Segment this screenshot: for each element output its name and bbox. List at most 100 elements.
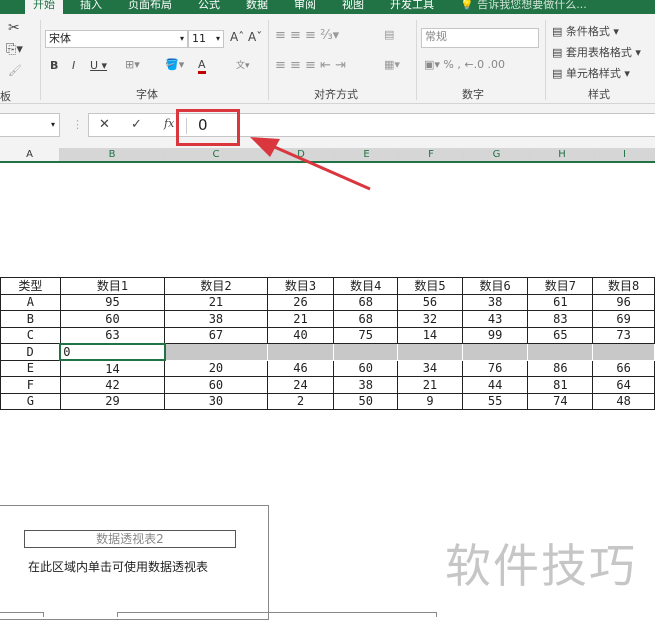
table-cell[interactable]: 95 <box>59 293 166 311</box>
table-cell[interactable]: 69 <box>592 310 655 328</box>
column-header-i[interactable]: I <box>595 148 655 161</box>
header-cell[interactable]: 数目8 <box>592 277 655 295</box>
table-cell[interactable]: C <box>0 326 61 344</box>
copy-icon[interactable]: ⎘▾ <box>6 42 23 57</box>
underline-button[interactable]: U ▾ <box>90 59 107 72</box>
header-cell[interactable]: 数目3 <box>266 277 335 295</box>
table-cell[interactable]: 21 <box>397 376 463 394</box>
table-cell[interactable]: 14 <box>397 326 463 344</box>
border-icon[interactable]: ⊞▾ <box>125 58 140 71</box>
table-cell[interactable]: B <box>0 310 61 328</box>
table-cell[interactable]: F <box>0 376 61 394</box>
table-cell[interactable]: 24 <box>266 376 335 394</box>
table-cell[interactable] <box>266 343 335 361</box>
table-cell[interactable]: 43 <box>461 310 529 328</box>
column-header-f[interactable]: F <box>399 148 464 161</box>
header-cell[interactable]: 数目2 <box>164 277 268 295</box>
font-name-select[interactable]: 宋体 ▾ <box>45 30 188 48</box>
header-cell[interactable]: 数目5 <box>397 277 463 295</box>
table-cell[interactable]: 83 <box>527 310 594 328</box>
table-cell[interactable]: 46 <box>266 359 335 377</box>
table-cell[interactable]: 38 <box>461 293 529 311</box>
table-cell[interactable]: 60 <box>333 359 399 377</box>
table-cell[interactable] <box>333 343 399 361</box>
header-cell[interactable]: 数目4 <box>333 277 399 295</box>
table-cell[interactable]: 63 <box>59 326 166 344</box>
table-cell[interactable]: 50 <box>333 392 399 410</box>
cancel-icon[interactable]: ✕ <box>99 117 110 132</box>
tell-me-search[interactable]: 💡 告诉我您想要做什么... <box>460 0 587 12</box>
table-cell[interactable]: 81 <box>527 376 594 394</box>
tab-insert[interactable]: 插入 <box>80 0 102 12</box>
header-cell[interactable]: 数目7 <box>527 277 594 295</box>
tab-home[interactable]: 开始 <box>25 0 63 14</box>
table-cell[interactable] <box>592 343 655 361</box>
table-cell[interactable]: 68 <box>333 310 399 328</box>
table-cell[interactable]: 34 <box>397 359 463 377</box>
conditional-format-button[interactable]: ▤ 条件格式 ▾ <box>552 23 619 39</box>
tab-developer[interactable]: 开发工具 <box>390 0 434 12</box>
table-cell[interactable]: 30 <box>164 392 268 410</box>
table-cell[interactable]: 60 <box>59 310 166 328</box>
number-format-select[interactable]: 常规 <box>421 28 539 48</box>
table-cell[interactable]: 0 <box>59 342 166 361</box>
cell-styles-button[interactable]: ▤ 单元格样式 ▾ <box>552 65 630 81</box>
column-header-a[interactable]: A <box>0 148 60 161</box>
table-cell[interactable]: 44 <box>461 376 529 394</box>
table-cell[interactable]: 73 <box>592 326 655 344</box>
column-header-h[interactable]: H <box>530 148 595 161</box>
table-cell[interactable]: 96 <box>592 293 655 311</box>
format-table-button[interactable]: ▤ 套用表格格式 ▾ <box>552 44 641 60</box>
merge-icon[interactable]: ▦▾ <box>384 58 400 71</box>
column-header-b[interactable]: B <box>60 148 165 161</box>
table-cell[interactable]: E <box>0 359 61 377</box>
tab-page-layout[interactable]: 页面布局 <box>128 0 172 12</box>
name-box[interactable]: ▾ <box>0 113 60 137</box>
table-cell[interactable]: 38 <box>333 376 399 394</box>
bold-button[interactable]: B <box>50 59 58 72</box>
table-cell[interactable]: 48 <box>592 392 655 410</box>
phonetic-icon[interactable]: 文▾ <box>236 58 250 71</box>
table-cell[interactable] <box>461 343 529 361</box>
table-cell[interactable]: 67 <box>164 326 268 344</box>
table-cell[interactable]: 65 <box>527 326 594 344</box>
tab-formulas[interactable]: 公式 <box>198 0 220 12</box>
table-cell[interactable]: 38 <box>164 310 268 328</box>
column-header-g[interactable]: G <box>464 148 530 161</box>
header-cell[interactable]: 类型 <box>0 277 61 295</box>
align-left-icon[interactable]: ≡ ≡ ≡ ⇤ ⇥ <box>275 58 346 73</box>
format-painter-icon[interactable]: 🖌 <box>8 64 22 77</box>
table-cell[interactable] <box>527 343 594 361</box>
italic-button[interactable]: I <box>72 59 75 72</box>
increase-font-icon[interactable]: Aˆ Aˇ <box>230 30 262 44</box>
table-cell[interactable]: 61 <box>527 293 594 311</box>
table-cell[interactable]: 40 <box>266 326 335 344</box>
table-cell[interactable]: 29 <box>59 392 166 410</box>
table-cell[interactable]: 20 <box>164 359 268 377</box>
tab-data[interactable]: 数据 <box>246 0 268 12</box>
table-cell[interactable]: 68 <box>333 293 399 311</box>
header-cell[interactable]: 数目6 <box>461 277 529 295</box>
table-cell[interactable]: G <box>0 392 61 410</box>
percent-icon[interactable]: ▣▾ % , ←.0 .00 <box>424 58 505 71</box>
table-cell[interactable]: 86 <box>527 359 594 377</box>
table-cell[interactable]: D <box>0 343 61 361</box>
table-cell[interactable]: 56 <box>397 293 463 311</box>
table-cell[interactable]: 64 <box>592 376 655 394</box>
table-cell[interactable]: 2 <box>266 392 335 410</box>
pivot-table-placeholder[interactable]: 数据透视表2 在此区域内单击可使用数据透视表 <box>0 505 269 620</box>
table-cell[interactable]: 14 <box>59 359 166 377</box>
table-cell[interactable]: 99 <box>461 326 529 344</box>
table-cell[interactable]: 74 <box>527 392 594 410</box>
enter-icon[interactable]: ✓ <box>131 117 142 132</box>
table-cell[interactable]: 32 <box>397 310 463 328</box>
table-cell[interactable] <box>164 343 268 361</box>
font-color-icon[interactable]: A <box>198 58 206 74</box>
table-cell[interactable]: 21 <box>266 310 335 328</box>
table-cell[interactable]: 76 <box>461 359 529 377</box>
table-cell[interactable]: 60 <box>164 376 268 394</box>
table-cell[interactable]: 55 <box>461 392 529 410</box>
fill-color-icon[interactable]: 🪣▾ <box>165 58 184 71</box>
table-cell[interactable]: 66 <box>592 359 655 377</box>
table-cell[interactable]: 21 <box>164 293 268 311</box>
